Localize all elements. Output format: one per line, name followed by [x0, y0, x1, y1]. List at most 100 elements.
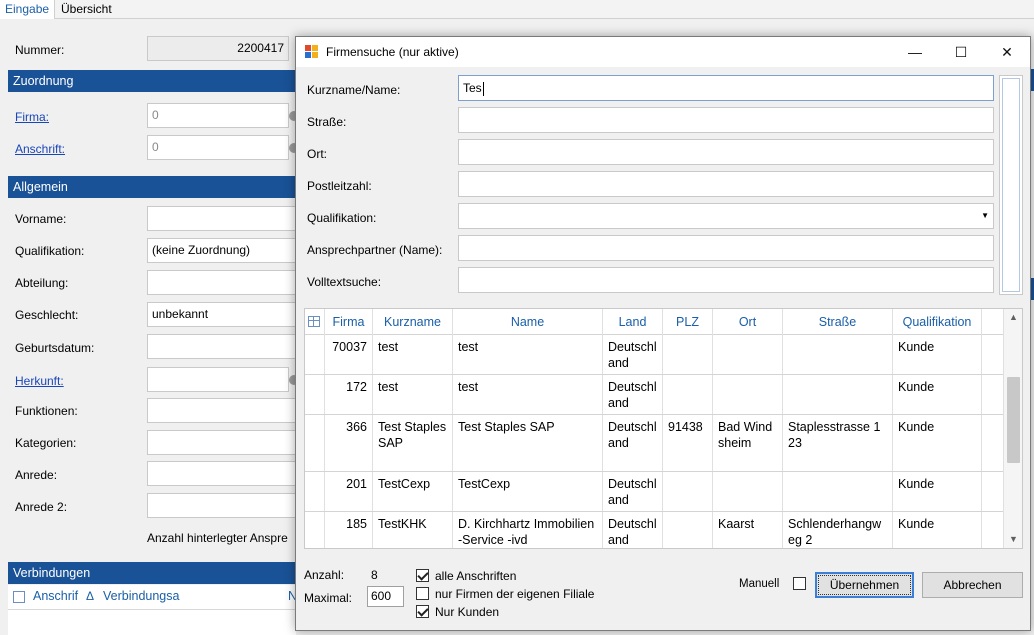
cell-ort: Kaarst: [713, 512, 783, 548]
manuell-checkbox[interactable]: [793, 577, 806, 590]
grid-menu-icon[interactable]: [305, 309, 325, 335]
cell-plz: [663, 335, 713, 374]
kurzname-value: Tes: [463, 81, 482, 95]
nummer-field[interactable]: 2200417: [147, 36, 289, 61]
herkunft-field[interactable]: [147, 367, 289, 392]
cell-kurzname: TestCexp: [373, 472, 453, 511]
anrede2-field[interactable]: [147, 493, 296, 518]
col-plz[interactable]: PLZ: [663, 309, 713, 335]
col-verbindungsart[interactable]: Verbindungsa: [103, 589, 179, 603]
uebernehmen-button[interactable]: Übernehmen: [815, 572, 914, 598]
cell-qualifikation: Kunde: [893, 512, 982, 548]
grid-scrollbar[interactable]: ▲ ▼: [1003, 309, 1022, 548]
herkunft-link[interactable]: Herkunft:: [15, 373, 64, 389]
qualifikation-field[interactable]: (keine Zuordnung): [147, 238, 296, 263]
ansprechpartner-input[interactable]: [458, 235, 994, 261]
scrollbar-thumb[interactable]: [1002, 78, 1020, 292]
cell-strasse: [783, 472, 893, 511]
results-grid[interactable]: Firma Kurzname Name Land PLZ Ort Straße …: [304, 308, 1023, 549]
geschlecht-field[interactable]: unbekannt: [147, 302, 296, 327]
table-row[interactable]: 70037 test test Deutschland Kunde: [305, 335, 1005, 375]
grid-header: Firma Kurzname Name Land PLZ Ort Straße …: [305, 309, 1005, 335]
cell-kurzname: test: [373, 375, 453, 414]
verbindungen-grid: Anschrif Δ Verbindungsa N: [8, 585, 297, 635]
section-verbindungen: Verbindungen: [8, 562, 295, 584]
volltext-input[interactable]: [458, 267, 994, 293]
cell-firma: 366: [325, 415, 373, 471]
col-name[interactable]: Name: [453, 309, 603, 335]
anschrift-link[interactable]: Anschrift:: [15, 141, 65, 157]
abbrechen-button[interactable]: Abbrechen: [922, 572, 1023, 598]
col-qualifikation[interactable]: Qualifikation: [893, 309, 982, 335]
scroll-down-icon[interactable]: ▼: [1004, 531, 1022, 548]
cell-strasse: Schlenderhangweg 2: [783, 512, 893, 548]
vorname-field[interactable]: [147, 206, 296, 231]
table-row[interactable]: 366 Test Staples SAP Test Staples SAP De…: [305, 415, 1005, 472]
cell-land: Deutschland: [603, 415, 663, 471]
row-selector[interactable]: [305, 375, 325, 414]
nur-kunden-checkbox[interactable]: [416, 605, 429, 618]
scrollbar-thumb[interactable]: [1007, 377, 1020, 463]
cell-kurzname: TestKHK: [373, 512, 453, 548]
col-kurzname[interactable]: Kurzname: [373, 309, 453, 335]
abteilung-label: Abteilung:: [15, 276, 69, 290]
row-selector[interactable]: [305, 512, 325, 548]
kurzname-label: Kurzname/Name:: [307, 83, 401, 97]
col-anschrift[interactable]: Anschrif: [33, 589, 78, 603]
grid-menu-icon[interactable]: [13, 591, 25, 603]
cell-kurzname: test: [373, 335, 453, 374]
maximal-input[interactable]: 600: [367, 586, 404, 607]
firma-field[interactable]: 0: [147, 103, 289, 128]
tab-uebersicht[interactable]: Übersicht: [56, 0, 117, 19]
cell-kurzname: Test Staples SAP: [373, 415, 453, 471]
form-scrollbar[interactable]: [999, 75, 1023, 295]
strasse-input[interactable]: [458, 107, 994, 133]
maximize-button[interactable]: ☐: [938, 37, 984, 67]
col-land[interactable]: Land: [603, 309, 663, 335]
nur-kunden-label: Nur Kunden: [435, 605, 500, 619]
section-allgemein: Allgemein: [8, 176, 295, 198]
close-button[interactable]: ✕: [984, 37, 1030, 67]
ort-input[interactable]: [458, 139, 994, 165]
tab-eingabe[interactable]: Eingabe: [0, 0, 56, 19]
cell-ort: [713, 375, 783, 414]
sort-icon: Δ: [86, 589, 95, 603]
anrede-label: Anrede:: [15, 468, 58, 482]
chevron-down-icon[interactable]: ▼: [981, 204, 989, 228]
plz-input[interactable]: [458, 171, 994, 197]
abteilung-field[interactable]: [147, 270, 296, 295]
anzahl-value: 8: [371, 568, 378, 582]
row-selector[interactable]: [305, 472, 325, 511]
cell-qualifikation: Kunde: [893, 335, 982, 374]
cell-ort: [713, 472, 783, 511]
qualifikation-label: Qualifikation:: [15, 244, 85, 258]
ansprechpartner-label: Ansprechpartner (Name):: [307, 243, 443, 257]
table-row[interactable]: 172 test test Deutschland Kunde: [305, 375, 1005, 415]
table-row[interactable]: 201 TestCexp TestCexp Deutschland Kunde: [305, 472, 1005, 512]
anschrift-field[interactable]: 0: [147, 135, 289, 160]
geschlecht-label: Geschlecht:: [15, 308, 79, 322]
row-selector[interactable]: [305, 415, 325, 471]
minimize-button[interactable]: —: [892, 37, 938, 67]
qualifikation-select[interactable]: ▼: [458, 203, 994, 229]
col-ort[interactable]: Ort: [713, 309, 783, 335]
cell-name: test: [453, 375, 603, 414]
col-strasse[interactable]: Straße: [783, 309, 893, 335]
firma-link[interactable]: Firma:: [15, 109, 49, 125]
cell-name: TestCexp: [453, 472, 603, 511]
dialog-titlebar[interactable]: Firmensuche (nur aktive) — ☐ ✕: [296, 37, 1030, 67]
geburtsdatum-field[interactable]: [147, 334, 296, 359]
funktionen-field[interactable]: [147, 398, 296, 423]
row-selector[interactable]: [305, 335, 325, 374]
kurzname-input[interactable]: Tes: [458, 75, 994, 101]
anrede-field[interactable]: [147, 461, 296, 486]
table-row[interactable]: 185 TestKHK D. Kirchhartz Immobilien-Ser…: [305, 512, 1005, 548]
col-firma[interactable]: Firma: [325, 309, 373, 335]
cell-plz: 91438: [663, 415, 713, 471]
scroll-up-icon[interactable]: ▲: [1004, 309, 1022, 326]
kategorien-field[interactable]: [147, 430, 296, 455]
cell-strasse: [783, 375, 893, 414]
manuell-label: Manuell: [739, 578, 780, 590]
eigene-filiale-checkbox[interactable]: [416, 587, 429, 600]
alle-anschriften-checkbox[interactable]: [416, 569, 429, 582]
